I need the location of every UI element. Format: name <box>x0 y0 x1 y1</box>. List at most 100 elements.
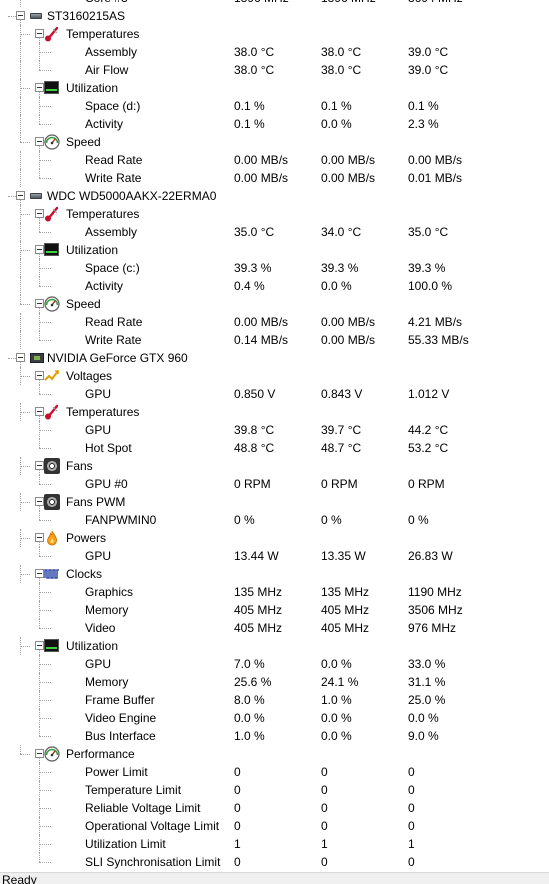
min-value: 0.00 MB/s <box>234 153 289 167</box>
sensor-tree[interactable]: Core #3 1396 MHz 1396 MHz 3694 MHz ST3160215… <box>0 0 549 871</box>
sensor-row[interactable]: Temperature Limit 0 0 0 <box>0 781 549 799</box>
sensor-row[interactable]: Reliable Voltage Limit 0 0 0 <box>0 799 549 817</box>
node-label: Utilization <box>66 81 119 95</box>
collapse-toggle[interactable] <box>35 497 44 506</box>
sensor-group-row[interactable]: Performance <box>0 745 549 763</box>
sensor-name: Power Limit <box>85 765 148 779</box>
sensor-row[interactable]: GPU #0 0 RPM 0 RPM 0 RPM <box>0 475 549 493</box>
collapse-toggle[interactable] <box>35 749 44 758</box>
sensor-row[interactable]: Activity 0.4 % 0.0 % 100.0 % <box>0 277 549 295</box>
sensor-group-row[interactable]: Fans PWM <box>0 493 549 511</box>
sensor-group-row[interactable]: Temperatures <box>0 403 549 421</box>
collapse-toggle[interactable] <box>35 371 44 380</box>
min-value: 0.14 MB/s <box>234 333 289 347</box>
hardware-row[interactable]: NVIDIA GeForce GTX 960 <box>0 349 549 367</box>
sensor-row[interactable]: Read Rate 0.00 MB/s 0.00 MB/s 4.21 MB/s <box>0 313 549 331</box>
sensor-name: Hot Spot <box>85 441 132 455</box>
sensor-row[interactable]: GPU 0.850 V 0.843 V 1.012 V <box>0 385 549 403</box>
current-value: 0.0 % <box>321 729 352 743</box>
collapse-toggle[interactable] <box>35 29 44 38</box>
min-value: 0.4 % <box>234 279 265 293</box>
collapse-toggle[interactable] <box>35 83 44 92</box>
sensor-row[interactable]: Space (d:) 0.1 % 0.1 % 0.1 % <box>0 97 549 115</box>
min-value: 13.44 W <box>234 549 279 563</box>
utilization-icon <box>44 243 59 256</box>
node-label: Clocks <box>66 567 103 581</box>
fan-icon <box>44 494 60 510</box>
node-label: Fans <box>66 459 93 473</box>
current-value: 0.0 % <box>321 279 352 293</box>
sensor-name: Space (c:) <box>85 261 140 275</box>
collapse-toggle[interactable] <box>16 191 25 200</box>
current-value: 0.1 % <box>321 99 352 113</box>
sensor-row[interactable]: Power Limit 0 0 0 <box>0 763 549 781</box>
sensor-row[interactable]: Hot Spot 48.8 °C 48.7 °C 53.2 °C <box>0 439 549 457</box>
sensor-row[interactable]: Video Engine 0.0 % 0.0 % 0.0 % <box>0 709 549 727</box>
sensor-row[interactable]: GPU 39.8 °C 39.7 °C 44.2 °C <box>0 421 549 439</box>
max-value: 33.0 % <box>408 657 446 671</box>
sensor-name: Temperature Limit <box>85 783 182 797</box>
min-value: 0.850 V <box>234 387 276 401</box>
sensor-name: Reliable Voltage Limit <box>85 801 201 815</box>
sensor-group-row[interactable]: Clocks <box>0 565 549 583</box>
sensor-row[interactable]: Read Rate 0.00 MB/s 0.00 MB/s 0.00 MB/s <box>0 151 549 169</box>
hardware-row[interactable]: ST3160215AS <box>0 7 549 25</box>
sensor-row[interactable]: Air Flow 38.0 °C 38.0 °C 39.0 °C <box>0 61 549 79</box>
sensor-row[interactable]: GPU 7.0 % 0.0 % 33.0 % <box>0 655 549 673</box>
node-label: Speed <box>66 297 101 311</box>
collapse-toggle[interactable] <box>16 353 25 362</box>
sensor-row[interactable]: Utilization Limit 1 1 1 <box>0 835 549 853</box>
sensor-group-row[interactable]: Speed <box>0 133 549 151</box>
sensor-group-row[interactable]: Utilization <box>0 637 549 655</box>
sensor-row[interactable]: Memory 405 MHz 405 MHz 3506 MHz <box>0 601 549 619</box>
sensor-row[interactable]: Activity 0.1 % 0.0 % 2.3 % <box>0 115 549 133</box>
current-value: 1 <box>321 837 328 851</box>
thermometer-icon <box>44 206 60 222</box>
min-value: 135 MHz <box>234 585 283 599</box>
sensor-group-row[interactable]: Voltages <box>0 367 549 385</box>
sensor-group-row[interactable]: Utilization <box>0 241 549 259</box>
sensor-row[interactable]: Memory 25.6 % 24.1 % 31.1 % <box>0 673 549 691</box>
sensor-name: Operational Voltage Limit <box>85 819 220 833</box>
collapse-toggle[interactable] <box>35 137 44 146</box>
sensor-name: Read Rate <box>85 153 143 167</box>
sensor-row[interactable]: Graphics 135 MHz 135 MHz 1190 MHz <box>0 583 549 601</box>
collapse-toggle[interactable] <box>35 641 44 650</box>
collapse-toggle[interactable] <box>35 245 44 254</box>
sensor-name: GPU <box>85 423 112 437</box>
sensor-row[interactable]: Space (c:) 39.3 % 39.3 % 39.3 % <box>0 259 549 277</box>
collapse-toggle[interactable] <box>35 299 44 308</box>
sensor-row[interactable]: FANPWMIN0 0 % 0 % 0 % <box>0 511 549 529</box>
min-value: 1396 MHz <box>234 0 289 7</box>
sensor-row[interactable]: Assembly 35.0 °C 34.0 °C 35.0 °C <box>0 223 549 241</box>
min-value: 48.8 °C <box>234 441 275 455</box>
sensor-group-row[interactable]: Powers <box>0 529 549 547</box>
hardware-row[interactable]: WDC WD5000AAKX-22ERMA0 <box>0 187 549 205</box>
collapse-toggle[interactable] <box>35 407 44 416</box>
collapse-toggle[interactable] <box>16 11 25 20</box>
sensor-group-row[interactable]: Temperatures <box>0 205 549 223</box>
collapse-toggle[interactable] <box>35 533 44 542</box>
sensor-row[interactable]: Video 405 MHz 405 MHz 976 MHz <box>0 619 549 637</box>
sensor-row[interactable]: SLI Synchronisation Limit 0 0 0 <box>0 853 549 871</box>
sensor-row[interactable]: Assembly 38.0 °C 38.0 °C 39.0 °C <box>0 43 549 61</box>
utilization-icon <box>44 639 59 652</box>
sensor-group-row[interactable]: Temperatures <box>0 25 549 43</box>
thermometer-icon <box>44 404 60 420</box>
sensor-group-row[interactable]: Speed <box>0 295 549 313</box>
node-label: WDC WD5000AAKX-22ERMA0 <box>47 189 217 203</box>
current-value: 38.0 °C <box>321 63 362 77</box>
sensor-row[interactable]: Operational Voltage Limit 0 0 0 <box>0 817 549 835</box>
collapse-toggle[interactable] <box>35 461 44 470</box>
max-value: 0.1 % <box>408 99 439 113</box>
sensor-row[interactable]: GPU 13.44 W 13.35 W 26.83 W <box>0 547 549 565</box>
sensor-row[interactable]: Write Rate 0.00 MB/s 0.00 MB/s 0.01 MB/s <box>0 169 549 187</box>
sensor-row[interactable]: Frame Buffer 8.0 % 1.0 % 25.0 % <box>0 691 549 709</box>
sensor-row[interactable]: Bus Interface 1.0 % 0.0 % 9.0 % <box>0 727 549 745</box>
sensor-row[interactable]: Core #3 1396 MHz 1396 MHz 3694 MHz <box>0 0 549 7</box>
sensor-group-row[interactable]: Utilization <box>0 79 549 97</box>
collapse-toggle[interactable] <box>35 569 44 578</box>
sensor-row[interactable]: Write Rate 0.14 MB/s 0.00 MB/s 55.33 MB/s <box>0 331 549 349</box>
collapse-toggle[interactable] <box>35 209 44 218</box>
sensor-group-row[interactable]: Fans <box>0 457 549 475</box>
